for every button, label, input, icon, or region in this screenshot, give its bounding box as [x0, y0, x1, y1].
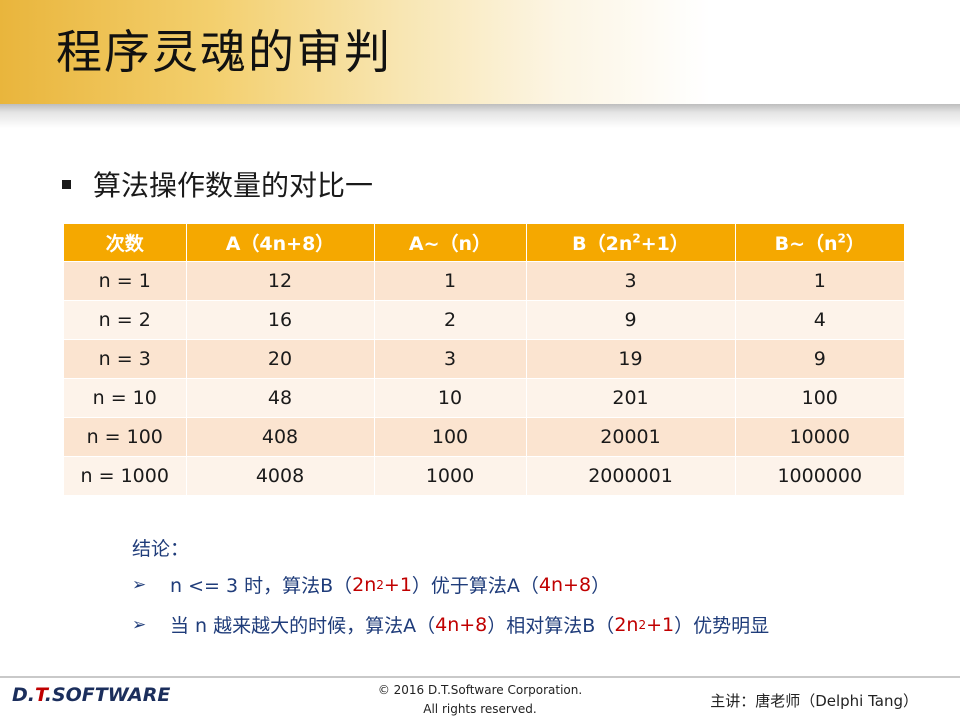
table-cell: 48: [186, 378, 375, 418]
table-cell: 1: [735, 261, 904, 301]
bullet-text: 算法操作数量的对比一: [93, 169, 374, 202]
table-cell: n = 2: [64, 300, 187, 340]
table-cell: n = 10: [64, 378, 187, 418]
table-cell: 2: [374, 300, 527, 340]
table-cell: 2000001: [526, 456, 736, 495]
table-cell: 3: [526, 261, 736, 301]
header-b-approx: B~（n2）: [735, 224, 904, 262]
table-header-row: 次数 A（4n+8） A~（n） B（2n2+1） B~（n2）: [64, 224, 904, 262]
conclusion-item-1: ➢ n <= 3 时，算法B（ 2n 2 +1 ）优于算法A（ 4n+8）: [132, 573, 611, 598]
table-row: n = 2 16 2 9 4: [64, 300, 904, 340]
table-row: n = 1000 4008 1000 2000001 1000000: [64, 456, 904, 495]
bullet-point: 算法操作数量的对比一: [62, 164, 373, 204]
table-cell: 100: [735, 378, 904, 418]
table-cell: 4: [735, 300, 904, 340]
table-cell: 20: [186, 339, 375, 379]
table-cell: 1: [374, 261, 527, 301]
footer-divider: [0, 676, 960, 678]
title-banner-shadow: [0, 104, 960, 128]
table-cell: 4008: [186, 456, 375, 495]
table-cell: 3: [374, 339, 527, 379]
table-cell: 201: [526, 378, 736, 418]
table-row: n = 10 48 10 201 100: [64, 378, 904, 418]
company-logo: D.T.SOFTWARE: [12, 684, 171, 706]
copyright-notice: © 2016 D.T.Software Corporation. All rig…: [377, 683, 583, 716]
table-cell: 100: [374, 417, 527, 457]
table-cell: n = 3: [64, 339, 187, 379]
conclusion-label: 结论：: [132, 538, 190, 560]
slide-title: 程序灵魂的审判: [56, 25, 392, 79]
header-a-approx: A~（n）: [374, 224, 527, 262]
header-count: 次数: [64, 224, 187, 262]
table-cell: 16: [186, 300, 375, 340]
table-cell: 9: [526, 300, 736, 340]
table-cell: 12: [186, 261, 375, 301]
comparison-table: 次数 A（4n+8） A~（n） B（2n2+1） B~（n2） n = 1 1…: [64, 224, 904, 495]
table-cell: 408: [186, 417, 375, 457]
table-cell: 9: [735, 339, 904, 379]
arrow-bullet-icon: ➢: [132, 574, 147, 595]
arrow-bullet-icon: ➢: [132, 614, 147, 635]
table-cell: 19: [526, 339, 736, 379]
bullet-square-icon: [62, 179, 71, 189]
table-row: n = 1 12 1 3 1: [64, 261, 904, 301]
table-cell: 10000: [735, 417, 904, 457]
table-cell: n = 100: [64, 417, 187, 457]
conclusion-item-2: ➢ 当 n 越来越大的时候，算法A（ 4n+8 ）相对算法B（ 2n 2 +1 ）优势明显: [132, 613, 770, 638]
table-cell: 1000000: [735, 456, 904, 495]
header-b: B（2n2+1）: [526, 224, 736, 262]
table-row: n = 100 408 100 20001 10000: [64, 417, 904, 457]
presenter-label: 主讲：唐老师（Delphi Tang）: [710, 692, 918, 710]
header-a: A（4n+8）: [186, 224, 375, 262]
table-row: n = 3 20 3 19 9: [64, 339, 904, 379]
table-cell: n = 1: [64, 261, 187, 301]
table-cell: 20001: [526, 417, 736, 457]
table-cell: 10: [374, 378, 527, 418]
table-cell: n = 1000: [64, 456, 187, 495]
table-cell: 1000: [374, 456, 527, 495]
